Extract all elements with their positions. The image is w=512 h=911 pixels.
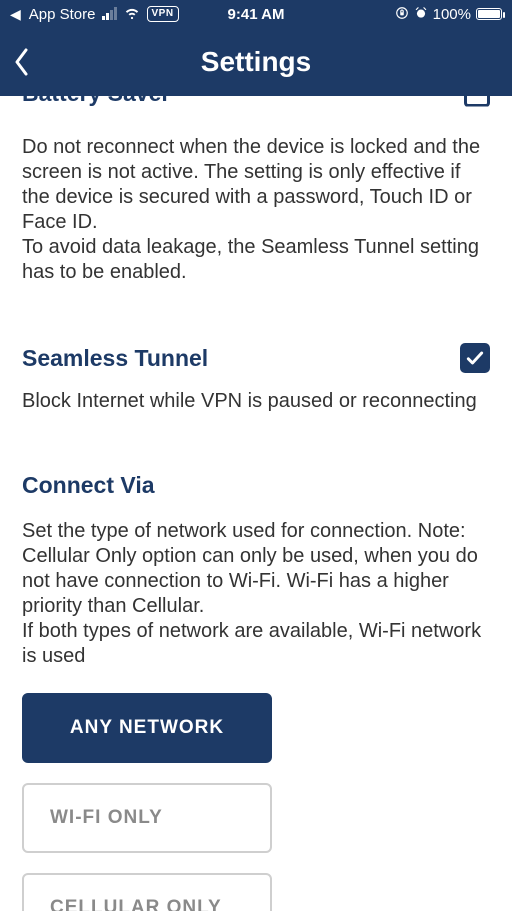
battery-icon (476, 8, 502, 20)
status-left: ◀ App Store VPN (10, 3, 179, 25)
connect-via-title: Connect Via (22, 472, 490, 499)
connect-via-cellular-only-button[interactable]: CELLULAR ONLY (22, 873, 272, 911)
back-to-app-label[interactable]: App Store (29, 6, 96, 23)
chevron-left-icon (14, 48, 30, 76)
nav-bar: Settings (0, 28, 512, 96)
back-to-app-icon[interactable]: ◀ (10, 6, 21, 23)
back-button[interactable] (14, 42, 44, 82)
checkmark-icon (465, 348, 485, 368)
connect-via-description: Set the type of network used for connect… (22, 519, 490, 669)
seamless-tunnel-checkbox[interactable] (460, 343, 490, 373)
status-bar: ◀ App Store VPN 9:41 AM 100% (0, 0, 512, 28)
seamless-tunnel-row[interactable]: Seamless Tunnel (22, 343, 490, 373)
orientation-lock-icon (395, 6, 409, 23)
status-right: 100% (395, 6, 502, 23)
seamless-tunnel-description: Block Internet while VPN is paused or re… (22, 389, 490, 414)
battery-saver-title: Battery Saver (22, 96, 170, 107)
battery-percent: 100% (433, 6, 471, 23)
connect-via-options: ANY NETWORK WI-FI ONLY CELLULAR ONLY (22, 693, 490, 911)
connect-via-any-network-button[interactable]: ANY NETWORK (22, 693, 272, 763)
battery-saver-row[interactable]: Battery Saver (22, 96, 490, 117)
cellular-signal-icon (102, 8, 117, 20)
vpn-badge: VPN (147, 6, 179, 22)
connect-via-wifi-only-button[interactable]: WI-FI ONLY (22, 783, 272, 853)
alarm-icon (414, 6, 428, 23)
battery-saver-checkbox[interactable] (464, 96, 490, 107)
seamless-tunnel-title: Seamless Tunnel (22, 345, 208, 372)
battery-saver-description: Do not reconnect when the device is lock… (22, 135, 490, 285)
settings-content[interactable]: Battery Saver Do not reconnect when the … (0, 96, 512, 911)
page-title: Settings (0, 46, 512, 78)
wifi-icon (123, 3, 141, 25)
